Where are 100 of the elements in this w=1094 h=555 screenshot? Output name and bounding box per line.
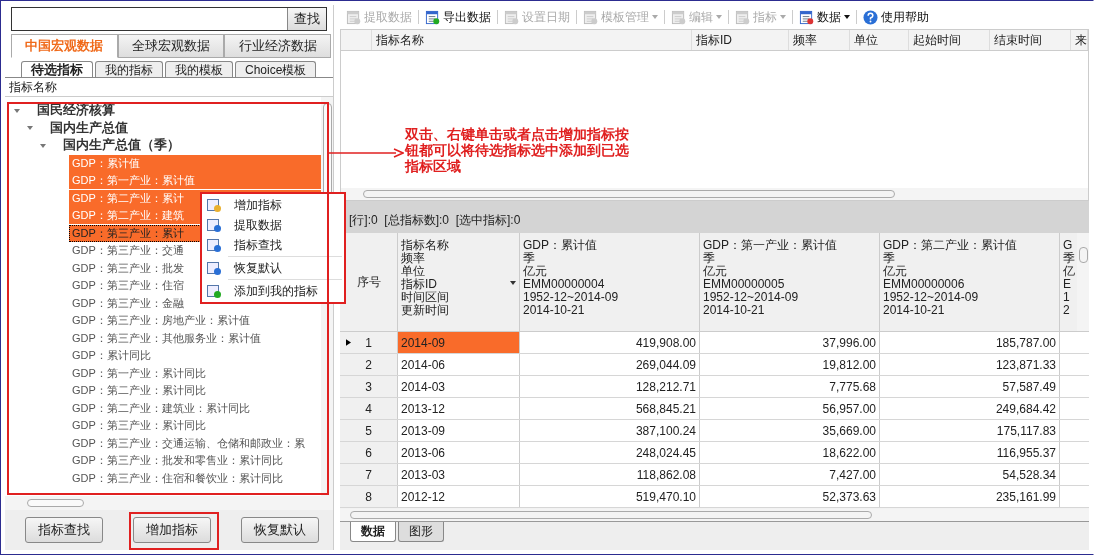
- table-cell[interactable]: 2013-09: [398, 420, 520, 441]
- tree-item[interactable]: GDP：第三产业：房地产业：累计值: [69, 312, 321, 330]
- column-header[interactable]: 单位: [850, 30, 909, 50]
- document-icon: [206, 283, 222, 299]
- help-icon: [863, 9, 878, 25]
- document-icon: [671, 9, 686, 25]
- indicator-tab[interactable]: 我的指标: [95, 61, 163, 77]
- tree-item[interactable]: GDP：第一产业：累计同比: [69, 364, 321, 382]
- table-cell: 18,622.00: [700, 442, 880, 463]
- column-header[interactable]: 指标名称 频率 单位 指标ID 时间区间 更新时间: [398, 233, 520, 331]
- column-header[interactable]: 频率: [789, 30, 850, 50]
- table-cell: 7,775.68: [700, 376, 880, 397]
- scrollbar[interactable]: [5, 496, 333, 510]
- table-cell[interactable]: 2012-12: [398, 486, 520, 507]
- table-cell: 249,684.42: [880, 398, 1060, 419]
- document-icon: [206, 237, 222, 253]
- row-header[interactable]: 2: [340, 354, 398, 375]
- tree-item[interactable]: GDP：第三产业：批发和零售业：累计同比: [69, 452, 321, 470]
- action-button[interactable]: 指标查找: [25, 517, 103, 543]
- table-cell: 7,427.00: [700, 464, 880, 485]
- table-cell: 419,908.00: [520, 332, 700, 353]
- column-header[interactable]: 指标名称: [372, 30, 692, 50]
- tree-node[interactable]: 国内生产总值（季）: [63, 137, 180, 155]
- document-icon: [799, 9, 814, 25]
- row-pointer-icon: [346, 339, 351, 346]
- column-header: GDP：累计值 季 亿元 EMM00000004 1952-12~2014-09 2014-10-21: [520, 233, 700, 331]
- document-icon: [206, 197, 222, 213]
- action-button[interactable]: 恢复默认: [241, 517, 319, 543]
- toolbar-button[interactable]: 导出数据: [423, 8, 493, 26]
- table-cell: 128,212.71: [520, 376, 700, 397]
- annotation-text: 双击、右键单击或者点击增加指标按钮都可以将待选指标选中添加到已选指标区域: [405, 126, 629, 174]
- document-icon: [583, 9, 598, 25]
- expand-arrow-icon[interactable]: [39, 141, 47, 150]
- row-header[interactable]: 6: [340, 442, 398, 463]
- expand-arrow-icon[interactable]: [13, 106, 21, 115]
- table-cell: 52,373.63: [700, 486, 880, 507]
- table-cell: 56,957.00: [700, 398, 880, 419]
- row-header[interactable]: 3: [340, 376, 398, 397]
- scrollbar[interactable]: [341, 188, 1088, 200]
- table-cell[interactable]: 2013-03: [398, 464, 520, 485]
- table-cell: 235,161.99: [880, 486, 1060, 507]
- table-cell: 269,044.09: [520, 354, 700, 375]
- column-header: GDP：第二产业：累计值 季 亿元 EMM00000006 1952-12~2014-09 2014-10-21: [880, 233, 1060, 331]
- column-header[interactable]: 来: [1071, 30, 1088, 50]
- table-cell[interactable]: 2013-06: [398, 442, 520, 463]
- table-cell: 185,787.00: [880, 332, 1060, 353]
- document-icon: [425, 9, 440, 25]
- tree-item[interactable]: GDP：第三产业：交通运输、仓储和邮政业：累: [69, 434, 321, 452]
- table-cell[interactable]: 2014-06: [398, 354, 520, 375]
- tree-item[interactable]: GDP：累计同比: [69, 347, 321, 365]
- table-cell: 35,669.00: [700, 420, 880, 441]
- status-text: [行]:0 [总指标数]:0 [选中指标]:0: [349, 212, 521, 229]
- category-tab[interactable]: 全球宏观数据: [117, 34, 225, 58]
- toolbar-button[interactable]: 数据: [797, 8, 852, 26]
- indicator-tab[interactable]: 我的模板: [165, 61, 233, 77]
- column-header: GDP：第一产业：累计值 季 亿元 EMM00000005 1952-12~2014-09 2014-10-21: [700, 233, 880, 331]
- table-cell: 37,996.00: [700, 332, 880, 353]
- table-cell: 19,812.00: [700, 354, 880, 375]
- row-header[interactable]: 5: [340, 420, 398, 441]
- table-cell[interactable]: 2013-12: [398, 398, 520, 419]
- tree-item[interactable]: GDP：第三产业：其他服务业：累计值: [69, 329, 321, 347]
- view-tab[interactable]: 数据: [350, 522, 396, 542]
- table-cell: 568,845.21: [520, 398, 700, 419]
- row-header[interactable]: 4: [340, 398, 398, 419]
- row-header[interactable]: 8: [340, 486, 398, 507]
- action-button[interactable]: 增加指标: [133, 517, 211, 543]
- scrollbar[interactable]: [340, 509, 1089, 521]
- document-icon: [346, 9, 361, 25]
- document-icon: [504, 9, 519, 25]
- column-header[interactable]: 起始时间: [909, 30, 990, 50]
- row-header[interactable]: 7: [340, 464, 398, 485]
- tree-item[interactable]: GDP：第三产业：住宿和餐饮业：累计同比: [69, 469, 321, 487]
- toolbar-button[interactable]: 使用帮助: [861, 8, 931, 26]
- document-icon: [206, 217, 222, 233]
- tree-item[interactable]: GDP：第二产业：建筑业：累计同比: [69, 399, 321, 417]
- table-cell: 57,587.49: [880, 376, 1060, 397]
- column-header[interactable]: 结束时间: [990, 30, 1071, 50]
- row-header[interactable]: 1: [340, 332, 398, 353]
- column-header[interactable]: 指标ID: [692, 30, 789, 50]
- document-icon: [206, 260, 222, 276]
- scrollbar[interactable]: [1077, 233, 1089, 331]
- table-cell[interactable]: 2014-03: [398, 376, 520, 397]
- category-tab[interactable]: 行业经济数据: [224, 34, 331, 58]
- table-cell: 118,862.08: [520, 464, 700, 485]
- table-cell: 175,117.83: [880, 420, 1060, 441]
- column-header: 指标名称: [9, 80, 57, 94]
- tree-node[interactable]: 国民经济核算: [37, 102, 115, 120]
- column-header: G 季 亿 E 1 2: [1062, 237, 1076, 319]
- indicator-tab[interactable]: Choice模板: [235, 61, 317, 77]
- view-tab[interactable]: 图形: [398, 522, 444, 542]
- table-cell: 248,024.45: [520, 442, 700, 463]
- table-cell: 54,528.34: [880, 464, 1060, 485]
- table-cell: 116,955.37: [880, 442, 1060, 463]
- document-icon: [735, 9, 750, 25]
- table-cell[interactable]: 2014-09: [398, 332, 520, 353]
- tree-node[interactable]: 国内生产总值: [50, 119, 128, 137]
- indicator-tab[interactable]: 待选指标: [21, 61, 93, 77]
- tree-item[interactable]: GDP：第二产业：累计同比: [69, 382, 321, 400]
- table-cell: 123,871.33: [880, 354, 1060, 375]
- tree-item[interactable]: GDP：第三产业：累计同比: [69, 417, 321, 435]
